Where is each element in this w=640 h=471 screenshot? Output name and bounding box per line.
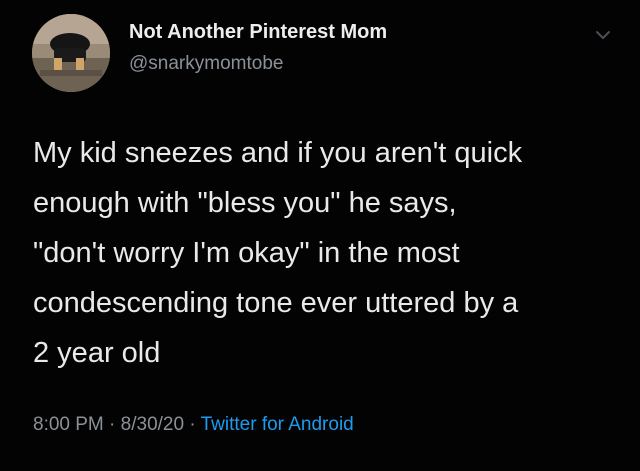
- chevron-down-icon: [596, 31, 610, 39]
- tweet-card: Not Another Pinterest Mom @snarkymomtobe…: [0, 0, 640, 471]
- author-handle[interactable]: @snarkymomtobe: [129, 53, 283, 75]
- avatar[interactable]: [32, 14, 110, 92]
- meta-separator: ·: [103, 414, 121, 435]
- profile-photo-icon: [32, 14, 110, 92]
- tweet-time[interactable]: 8:00 PM: [33, 414, 104, 435]
- author-display-name[interactable]: Not Another Pinterest Mom: [129, 21, 387, 44]
- tweet-menu-button[interactable]: [592, 24, 614, 46]
- tweet-text: My kid sneezes and if you aren't quick e…: [33, 137, 523, 369]
- tweet-source-link[interactable]: Twitter for Android: [201, 414, 354, 435]
- tweet-metadata: 8:00 PM · 8/30/20 · Twitter for Android: [33, 414, 354, 436]
- tweet-date[interactable]: 8/30/20: [121, 414, 184, 435]
- meta-separator: ·: [184, 414, 201, 435]
